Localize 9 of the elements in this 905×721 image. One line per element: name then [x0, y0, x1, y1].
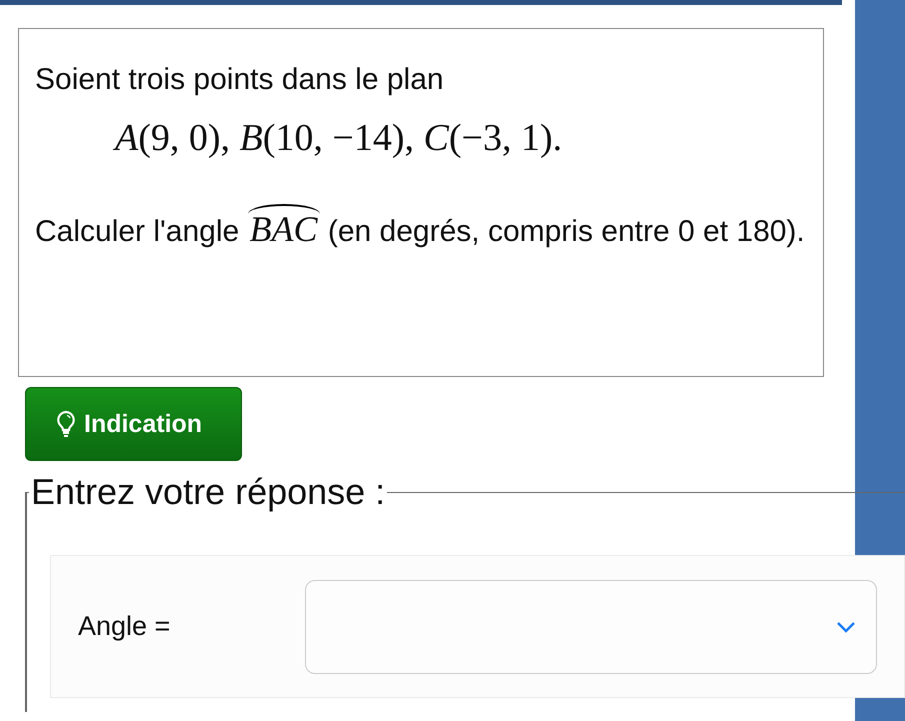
- lightbulb-icon: [56, 410, 76, 438]
- answer-legend: Entrez votre réponse :: [29, 471, 388, 513]
- angle-label: Angle =: [78, 611, 172, 642]
- chevron-icon: [836, 620, 856, 632]
- points-formula: A(9, 0), B(10, −14), C(−3, 1).: [115, 116, 564, 161]
- hint-button[interactable]: Indication: [25, 387, 242, 461]
- exercise-intro: Soient trois points dans le plan: [35, 62, 445, 98]
- angle-dropdown[interactable]: [305, 580, 877, 674]
- question-text: Calculer l'angle BAC (en degrés, compris entre 0 et 180).: [35, 201, 805, 263]
